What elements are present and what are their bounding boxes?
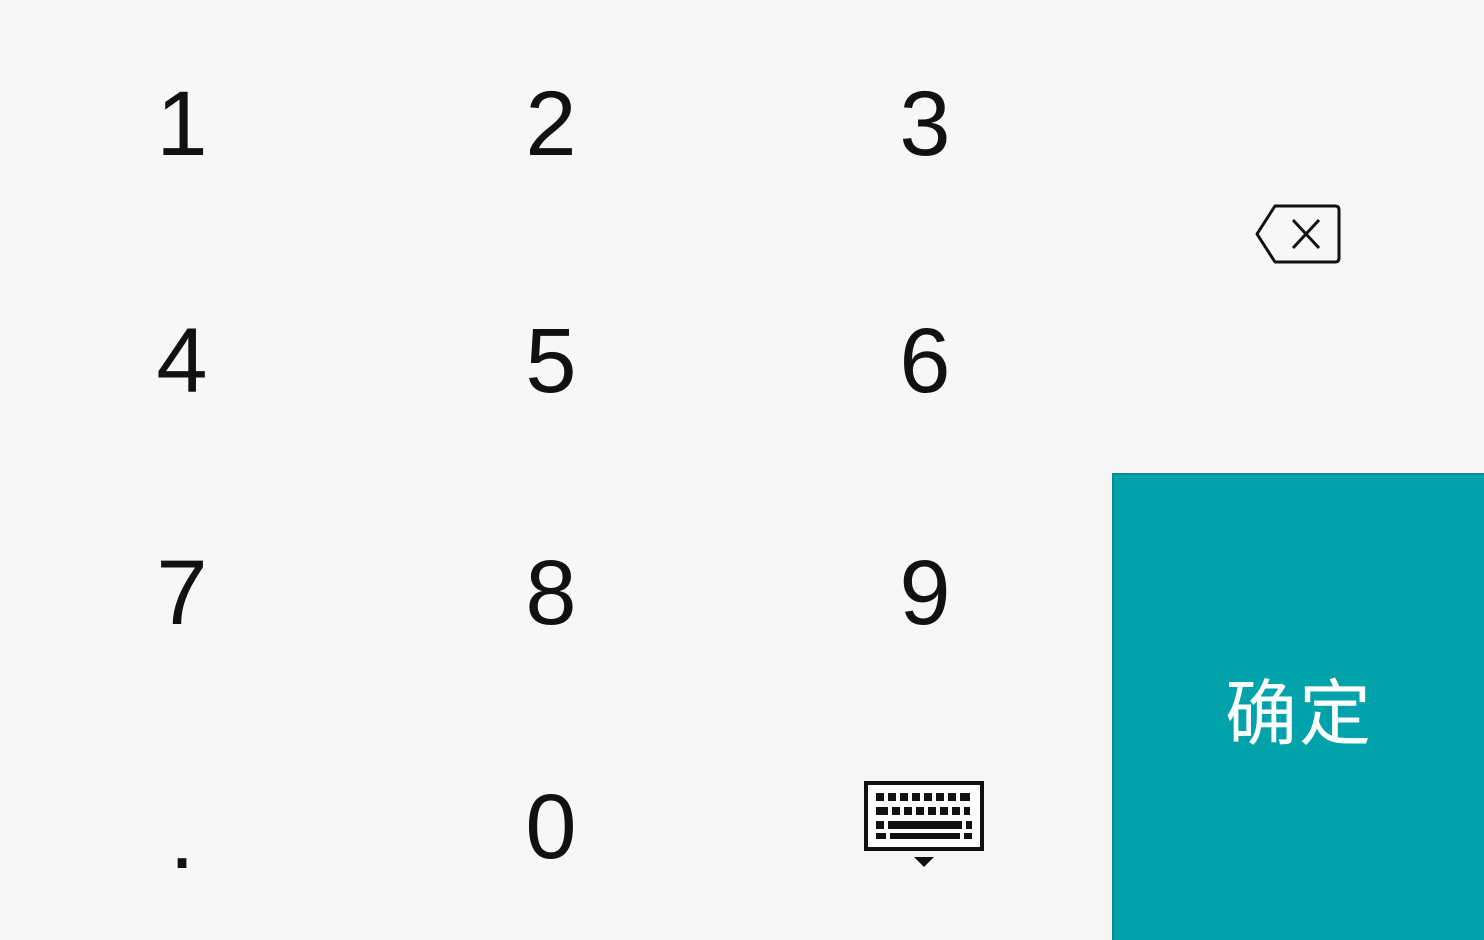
- key-0[interactable]: 0: [364, 713, 738, 940]
- confirm-button[interactable]: 确定: [1112, 473, 1484, 940]
- key-decimal-point[interactable]: .: [0, 713, 364, 940]
- key-8[interactable]: 8: [364, 473, 738, 713]
- key-decimal-point-label: .: [169, 785, 195, 888]
- key-7[interactable]: 7: [0, 473, 364, 713]
- key-2-label: 2: [525, 73, 577, 175]
- key-6-label: 6: [899, 309, 951, 412]
- numeric-keypad: 1 2 3 4 5 6 7 8 9 . 0 确定: [0, 0, 1484, 940]
- key-1-label: 1: [156, 73, 208, 175]
- key-3[interactable]: 3: [738, 0, 1112, 248]
- key-0-label: 0: [525, 775, 577, 878]
- key-2[interactable]: 2: [364, 0, 738, 248]
- key-9-label: 9: [899, 542, 951, 644]
- key-7-label: 7: [156, 542, 208, 644]
- key-8-label: 8: [525, 542, 577, 644]
- key-6[interactable]: 6: [738, 248, 1112, 473]
- backspace-button[interactable]: [1112, 0, 1484, 473]
- key-5[interactable]: 5: [364, 248, 738, 473]
- key-5-label: 5: [525, 309, 577, 412]
- confirm-label: 确定: [1224, 672, 1373, 756]
- key-1[interactable]: 1: [0, 0, 364, 248]
- key-4[interactable]: 4: [0, 248, 364, 473]
- backspace-icon: [1253, 202, 1343, 271]
- hide-keyboard-button[interactable]: [738, 713, 1112, 940]
- key-4-label: 4: [156, 309, 208, 412]
- key-3-label: 3: [899, 73, 951, 175]
- keyboard-hide-icon: [864, 780, 986, 873]
- key-9[interactable]: 9: [738, 473, 1112, 713]
